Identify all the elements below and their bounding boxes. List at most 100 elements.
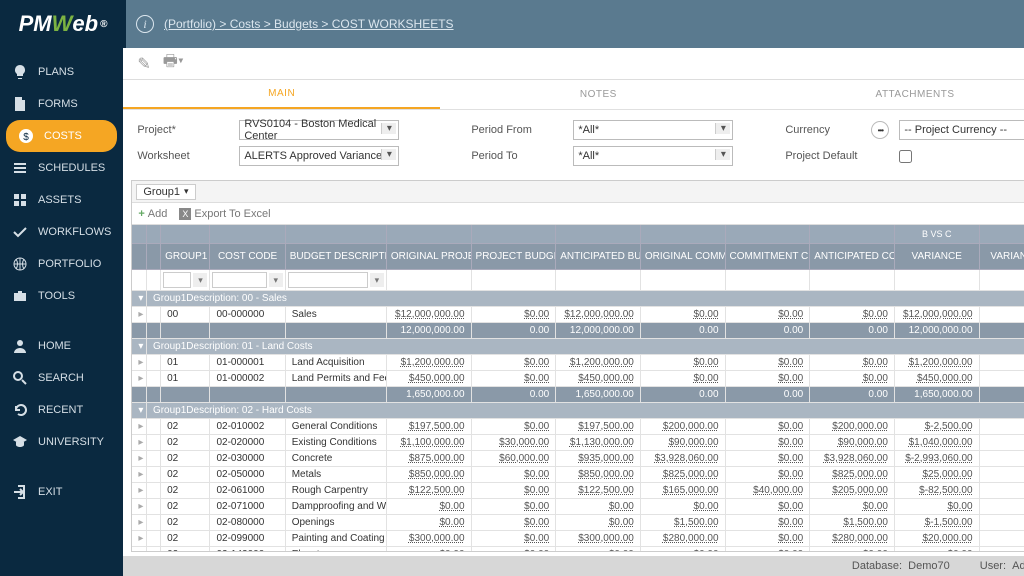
collapse-icon[interactable]: ▾: [132, 403, 146, 419]
sidebar-item-plans[interactable]: PLANS: [0, 56, 123, 88]
edit-icon[interactable]: ✎: [137, 54, 150, 74]
grid: Group1 +Add XExport To Excel B VS C GROUP…: [131, 180, 1024, 552]
table-row[interactable]: ▸0202-050000Metals$850,000.00$0.00$850,0…: [132, 467, 1024, 483]
doc-icon: [12, 96, 28, 112]
period-to-select[interactable]: *All*: [573, 146, 733, 166]
row-expand-icon[interactable]: ▸: [132, 547, 146, 552]
filter-icon[interactable]: ▾: [269, 273, 283, 287]
table-row[interactable]: ▸0202-142000Elevators$0.00$0.00$0.00$0.0…: [132, 547, 1024, 552]
project-select[interactable]: RVS0104 - Boston Medical Center: [239, 120, 399, 140]
currency-picker-icon[interactable]: •••: [871, 121, 889, 139]
tab-attachments[interactable]: ATTACHMENTS: [757, 80, 1024, 109]
table-row[interactable]: ▸0202-080000Openings$0.00$0.00$0.00$1,50…: [132, 515, 1024, 531]
currency-select[interactable]: -- Project Currency --: [899, 120, 1024, 140]
col-header[interactable]: PROJECT BUDGET: [471, 244, 556, 270]
table-row[interactable]: ▸0101-000001Land Acquisition$1,200,000.0…: [132, 355, 1024, 371]
tab-main[interactable]: MAIN: [123, 80, 440, 109]
group-title: Group1Description: 02 - Hard Costs: [146, 403, 1024, 419]
filter-icon[interactable]: ▾: [370, 273, 384, 287]
sidebar-item-forms[interactable]: FORMS: [0, 88, 123, 120]
period-to-label: Period To: [471, 150, 567, 162]
col-header[interactable]: ORIGINAL COMMIT: [640, 244, 725, 270]
sidebar-item-label: COSTS: [44, 130, 82, 142]
row-expand-icon[interactable]: ▸: [132, 355, 146, 371]
sidebar-item-portfolio[interactable]: PORTFOLIO: [0, 248, 123, 280]
table-row[interactable]: ▸0202-061000Rough Carpentry$122,500.00$0…: [132, 483, 1024, 499]
add-button[interactable]: +Add: [138, 208, 167, 220]
filter-input[interactable]: [288, 272, 368, 288]
row-expand-icon[interactable]: ▸: [132, 451, 146, 467]
period-from-label: Period From: [471, 124, 567, 136]
filter-icon[interactable]: ▾: [193, 273, 207, 287]
collapse-icon[interactable]: ▾: [132, 339, 146, 355]
worksheet-select[interactable]: ALERTS Approved Variances: [239, 146, 399, 166]
filter-input[interactable]: [163, 272, 191, 288]
bars-icon: [12, 160, 28, 176]
row-expand-icon[interactable]: ▸: [132, 515, 146, 531]
logo: PMWeb®: [0, 0, 126, 48]
table-row[interactable]: ▸0202-010002General Conditions$197,500.0…: [132, 419, 1024, 435]
tab-notes[interactable]: NOTES: [440, 80, 757, 109]
table-row[interactable]: ▸0202-030000Concrete$875,000.00$60,000.0…: [132, 451, 1024, 467]
row-expand-icon[interactable]: ▸: [132, 435, 146, 451]
case-icon: [12, 288, 28, 304]
grid-icon: [12, 192, 28, 208]
export-excel-button[interactable]: XExport To Excel: [179, 208, 270, 220]
col-header[interactable]: ANTICIPATED BUD: [556, 244, 641, 270]
print-icon[interactable]: 🖶▾: [163, 50, 184, 77]
col-header[interactable]: BUDGET DESCRIPTION: [285, 244, 386, 270]
period-from-select[interactable]: *All*: [573, 120, 733, 140]
table-row[interactable]: ▸0202-071000Dampproofing and Wa$0.00$0.0…: [132, 499, 1024, 515]
sidebar-item-assets[interactable]: ASSETS: [0, 184, 123, 216]
col-header[interactable]: COMMITMENT C: [725, 244, 810, 270]
sidebar-item-exit[interactable]: EXIT: [0, 476, 123, 508]
row-expand-icon[interactable]: ▸: [132, 531, 146, 547]
sidebar-item-search[interactable]: SEARCH: [0, 362, 123, 394]
col-header[interactable]: ANTICIPATED COS: [810, 244, 895, 270]
sidebar-item-label: WORKFLOWS: [38, 226, 111, 238]
dollar-icon: $: [18, 128, 34, 144]
table-row[interactable]: ▸0202-099000Painting and Coating$300,000…: [132, 531, 1024, 547]
table-row[interactable]: ▸0202-020000Existing Conditions$1,100,00…: [132, 435, 1024, 451]
filter-panel: Project RVS0104 - Boston Medical Center …: [123, 110, 1024, 180]
sidebar-item-workflows[interactable]: WORKFLOWS: [0, 216, 123, 248]
col-header[interactable]: GROUP1: [161, 244, 210, 270]
globe-icon: [12, 256, 28, 272]
breadcrumb[interactable]: (Portfolio) > Costs > Budgets > COST WOR…: [164, 17, 454, 31]
sidebar-item-label: ASSETS: [38, 194, 81, 206]
worksheet-label: Worksheet: [137, 150, 233, 162]
row-expand-icon[interactable]: ▸: [132, 499, 146, 515]
tabs: MAINNOTESATTACHMENTS: [123, 80, 1024, 110]
row-expand-icon[interactable]: ▸: [132, 467, 146, 483]
sidebar-item-university[interactable]: UNIVERSITY: [0, 426, 123, 458]
col-header[interactable]: VARIANCE: [894, 244, 979, 270]
status-bar: Database: Demo70 User: Admin: [123, 556, 1024, 576]
table-row[interactable]: ▸0000-000000Sales$12,000,000.00$0.00$12,…: [132, 307, 1024, 323]
collapse-icon[interactable]: ▾: [132, 291, 146, 307]
sidebar-item-costs[interactable]: $ COSTS: [6, 120, 117, 152]
sidebar-item-schedules[interactable]: SCHEDULES: [0, 152, 123, 184]
row-expand-icon[interactable]: ▸: [132, 307, 146, 323]
sidebar-item-tools[interactable]: TOOLS: [0, 280, 123, 312]
col-header[interactable]: ORIGINAL PROJECT: [386, 244, 471, 270]
sidebar-item-label: RECENT: [38, 404, 83, 416]
table-row[interactable]: ▸0101-000002Land Permits and Fees$450,00…: [132, 371, 1024, 387]
sidebar-item-recent[interactable]: RECENT: [0, 394, 123, 426]
info-icon[interactable]: i: [136, 15, 154, 33]
super-header: B VS C: [894, 225, 979, 244]
filter-input[interactable]: [212, 272, 266, 288]
row-expand-icon[interactable]: ▸: [132, 483, 146, 499]
sidebar-item-home[interactable]: HOME: [0, 330, 123, 362]
col-header[interactable]: COST CODE: [210, 244, 285, 270]
currency-label: Currency: [785, 124, 865, 136]
project-default-checkbox[interactable]: [899, 150, 912, 163]
group-button[interactable]: Group1: [136, 184, 195, 200]
sidebar-item-label: FORMS: [38, 98, 78, 110]
row-expand-icon[interactable]: ▸: [132, 419, 146, 435]
col-header[interactable]: VARIANCE %: [979, 244, 1024, 270]
subtotal-row: 1,650,000.000.001,650,000.000.000.000.00…: [132, 387, 1024, 403]
data-grid: B VS CGROUP1COST CODEBUDGET DESCRIPTIONO…: [132, 225, 1024, 551]
sidebar-item-label: EXIT: [38, 486, 62, 498]
sidebar-item-label: UNIVERSITY: [38, 436, 104, 448]
row-expand-icon[interactable]: ▸: [132, 371, 146, 387]
